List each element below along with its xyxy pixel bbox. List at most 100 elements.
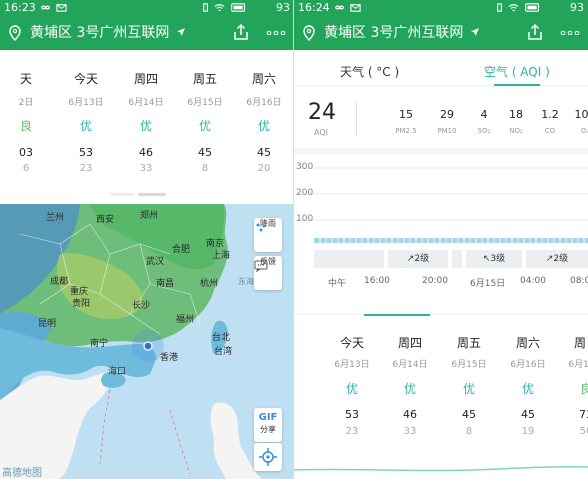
day-date: 6月13日 <box>68 98 104 108</box>
x-tick: 20:00 <box>422 276 448 286</box>
location-header: 黄埔区 3号广州互联网 <box>0 16 294 50</box>
infinity-icon <box>335 5 344 10</box>
hourly-aqi-chart[interactable]: 300 200 100 ↗2级 ↖3级 ↗2级 中午 16:00 20:00 6… <box>294 148 588 315</box>
aqi-high: 45 <box>462 408 476 421</box>
navigation-arrow-icon <box>177 28 185 36</box>
x-tick: 中午 <box>328 279 347 289</box>
day-date: 6月13日 <box>334 360 370 370</box>
location-pin-icon <box>303 25 315 41</box>
aqi-low: 23 <box>345 426 359 437</box>
daily-aqi-strip[interactable]: 天 2日 良 03 6 今天 6月13日 优 53 23 周四 6月14日 优 … <box>0 50 294 200</box>
feedback-button[interactable]: 反馈 <box>254 256 282 290</box>
aqi-low: 8 <box>201 163 209 174</box>
day-date: 6月14日 <box>128 98 164 108</box>
aqi-level: 优 <box>521 382 534 396</box>
location-name[interactable]: 黄埔区 3号广州互联网 <box>30 24 169 42</box>
feedback-icon <box>254 260 268 272</box>
mail-icon <box>56 4 67 12</box>
daily-aqi-list[interactable]: 今天 6月13日 优 53 23 周四 6月14日 优 46 33 周五 6月1… <box>294 318 588 458</box>
pollutant-value: 29 <box>440 108 454 121</box>
aqi-level: 优 <box>345 382 358 396</box>
gif-share-button[interactable]: GIF 分享 <box>254 408 282 442</box>
pollutant-value: 100 <box>574 108 588 121</box>
day-name: 周四 <box>133 72 158 86</box>
infinity-icon <box>41 5 50 10</box>
aqi-high: 46 <box>403 408 417 421</box>
aqi-high: 73 <box>579 408 588 421</box>
location-pin-icon <box>9 25 21 41</box>
map-label-shanghai: 上海 <box>212 251 231 261</box>
map-label-kunming: 昆明 <box>38 319 57 329</box>
day-date: 6月14日 <box>392 360 428 370</box>
gif-label: GIF <box>258 412 278 423</box>
battery-level: 93 <box>276 1 290 14</box>
wifi-icon <box>508 4 519 12</box>
pollutant-name: O₃ <box>580 127 588 135</box>
aqi-level: 优 <box>79 119 92 133</box>
aqi-level: 优 <box>139 119 152 133</box>
tab-air-quality[interactable]: 空气 ( AQI ) <box>484 63 550 80</box>
aqi-low: 33 <box>403 426 417 437</box>
aqi-level: 良 <box>579 382 588 396</box>
aqi-level: 良 <box>19 119 32 133</box>
aqi-low: 50 <box>579 426 588 437</box>
aqi-caption: AQI <box>314 128 328 137</box>
location-name[interactable]: 黄埔区 3号广州互联网 <box>324 24 463 42</box>
pollutant-name: SO₂ <box>477 127 491 135</box>
tab-weather[interactable]: 天气 ( °C ) <box>340 63 399 80</box>
drag-handle[interactable] <box>138 193 166 196</box>
aqi-low: 23 <box>79 163 93 174</box>
crosshair-icon <box>259 448 277 466</box>
map-label-hefei: 合肥 <box>172 245 191 255</box>
map-label-east-sea: 东海 <box>238 277 254 286</box>
aqi-low: 19 <box>521 426 535 437</box>
day-date: 6月16日 <box>246 98 282 108</box>
map-label-hongkong: 香港 <box>160 353 179 363</box>
gif-share-label: 分享 <box>260 425 276 434</box>
wind-segment: ↖3级 <box>466 250 522 268</box>
x-tick: 04:00 <box>520 276 546 286</box>
locate-button[interactable] <box>254 443 282 471</box>
share-icon[interactable] <box>526 23 544 41</box>
map-label-guiyang: 贵阳 <box>72 299 91 309</box>
day-date: 2日 <box>18 98 34 108</box>
y-tick: 300 <box>296 162 314 172</box>
aqi-high: 03 <box>19 146 33 159</box>
hourly-aqi-bars <box>314 238 588 243</box>
pollutant-value: 15 <box>399 108 413 121</box>
more-icon[interactable] <box>560 31 580 35</box>
map-terrain <box>0 204 262 479</box>
more-icon[interactable] <box>266 31 286 35</box>
day-name: 周日 <box>573 336 588 350</box>
navigation-arrow-icon <box>471 28 479 36</box>
x-tick: 08:00 <box>570 276 588 286</box>
aqi-value: 24 <box>308 100 336 125</box>
pollutant-value: 18 <box>509 108 523 121</box>
battery-icon <box>525 3 540 12</box>
pollutant-name: NO₂ <box>509 127 523 135</box>
day-name: 今天 <box>339 336 364 350</box>
map-label-taipei: 台北 <box>212 333 231 343</box>
wind-segment: ↗2级 <box>526 250 588 268</box>
share-icon[interactable] <box>232 23 250 41</box>
right-screen: 16:24 93 黄埔区 3号广州互联网 天气 ( °C ) 空气 ( AQI … <box>294 0 588 479</box>
y-tick: 200 <box>296 188 314 198</box>
mail-icon <box>350 4 361 12</box>
pollutant-name: CO <box>544 127 556 135</box>
day-name: 周四 <box>397 336 422 350</box>
chart-bottom-divider <box>294 314 588 315</box>
rain-icon <box>256 223 266 232</box>
map-label-nanning: 南宁 <box>90 339 109 349</box>
aqi-level: 优 <box>198 119 211 133</box>
wind-segment <box>452 250 462 268</box>
day-name: 今天 <box>73 72 98 86</box>
map-label-lanzhou: 兰州 <box>46 213 65 223</box>
status-time: 16:23 <box>4 1 36 14</box>
aqi-low: 20 <box>257 163 271 174</box>
aqi-low: 33 <box>139 163 153 174</box>
aqi-map[interactable]: 兰州 西安 郑州 南京 合肥 上海 武汉 成都 重庆 南昌 杭州 贵阳 长沙 福… <box>0 204 294 479</box>
status-time: 16:24 <box>298 1 330 14</box>
map-label-hangzhou: 杭州 <box>200 279 219 289</box>
rain-layer-button[interactable]: 降雨 <box>254 218 282 252</box>
map-label-zhengzhou: 郑州 <box>140 211 159 221</box>
